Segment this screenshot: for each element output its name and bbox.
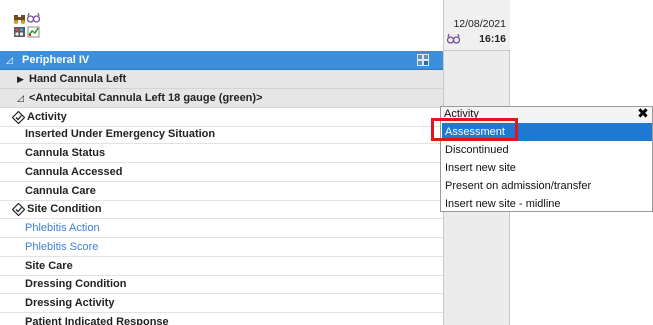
row-label: Cannula Care — [25, 185, 96, 197]
close-icon[interactable]: ✖ — [637, 106, 649, 120]
row-label: Site Condition — [27, 203, 102, 215]
row-label: Site Care — [25, 260, 73, 272]
item-row[interactable]: Site Condition — [0, 200, 443, 219]
item-row[interactable]: Inserted Under Emergency Situation — [0, 125, 443, 144]
row-label: Patient Indicated Response — [25, 316, 169, 325]
time-row: 16:16 — [446, 33, 507, 48]
dropdown-option[interactable]: Present on admission/transfer — [442, 177, 652, 195]
row-label: Peripheral IV — [22, 54, 90, 66]
row-label: Inserted Under Emergency Situation — [25, 128, 216, 140]
item-row[interactable]: Dressing Condition — [0, 275, 443, 294]
assessment-highlight-box — [431, 118, 518, 141]
glasses-icon[interactable] — [26, 12, 41, 24]
diamond-check-icon — [11, 202, 26, 217]
chart-icon[interactable] — [27, 26, 40, 38]
item-row[interactable]: Cannula Care — [0, 182, 443, 201]
date-column-header[interactable]: 12/08/2021 16:16 — [444, 0, 510, 51]
row-label: Dressing Condition — [25, 278, 127, 290]
collapse-triangle-icon[interactable]: ◿ — [17, 89, 24, 107]
flowsheet-left-pane: ◿ Peripheral IV ▶ Hand Cannula Left ◿ <Antecu… — [0, 0, 443, 325]
binoculars-icon[interactable] — [13, 12, 26, 24]
row-label: Activity — [27, 111, 67, 123]
link-row[interactable]: Phlebitis Score — [0, 238, 443, 257]
item-row[interactable]: Site Care — [0, 257, 443, 276]
item-row[interactable]: Patient Indicated Response — [0, 313, 443, 325]
row-label: Phlebitis Score — [25, 241, 99, 253]
date-label: 12/08/2021 — [453, 18, 506, 30]
row-label: Cannula Accessed — [25, 166, 123, 178]
row-label: Dressing Activity — [25, 297, 115, 309]
row-label: Hand Cannula Left — [29, 73, 127, 85]
item-row[interactable]: Dressing Activity — [0, 294, 443, 313]
group-row[interactable]: ▶ Hand Cannula Left — [0, 70, 443, 89]
group-row[interactable]: ◿ <Antecubital Cannula Left 18 gauge (gre… — [0, 89, 443, 108]
row-label: Cannula Status — [25, 147, 106, 159]
diamond-check-icon — [11, 110, 26, 125]
row-label: <Antecubital Cannula Left 18 gauge (gree… — [29, 92, 263, 104]
item-row[interactable]: Cannula Accessed — [0, 163, 443, 182]
dropdown-option[interactable]: Insert new site - midline — [442, 195, 652, 213]
item-row[interactable]: Cannula Status — [0, 144, 443, 163]
grid-icon[interactable] — [417, 54, 429, 66]
row-label: Phlebitis Action — [25, 222, 100, 234]
time-label: 16:16 — [479, 33, 506, 45]
toolbar-icons — [13, 12, 41, 48]
calculator-icon[interactable] — [13, 26, 26, 38]
section-row-peripheral-iv[interactable]: ◿ Peripheral IV — [0, 51, 443, 70]
collapse-triangle-icon[interactable]: ◿ — [6, 51, 13, 69]
flowsheet-header — [0, 0, 443, 51]
dropdown-option[interactable]: Insert new site — [442, 159, 652, 177]
dropdown-option[interactable]: Discontinued — [442, 141, 652, 159]
link-row[interactable]: Phlebitis Action — [0, 219, 443, 238]
glasses-icon — [446, 33, 461, 48]
expand-triangle-icon[interactable]: ▶ — [17, 70, 24, 88]
